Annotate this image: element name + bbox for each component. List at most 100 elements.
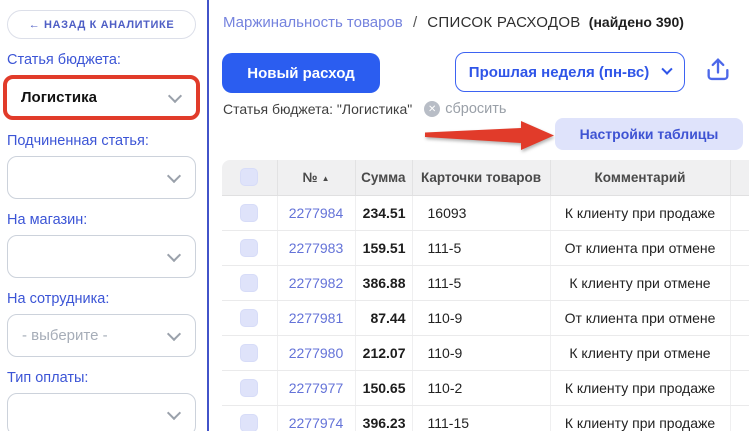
cell-sum: 212.07: [355, 335, 412, 370]
back-to-analytics-button[interactable]: ← НАЗАД К АНАЛИТИКЕ: [7, 10, 196, 39]
cell-number-link[interactable]: 2277982: [277, 265, 355, 300]
filter-select-store[interactable]: [7, 235, 196, 278]
column-label-cards: Карточки товаров: [421, 170, 541, 185]
cell-extra: [730, 300, 749, 335]
column-header-number[interactable]: №▲: [277, 160, 355, 195]
chevron-down-icon: [167, 326, 181, 340]
filter-group-sub-item: Подчиненная статья:: [7, 133, 195, 199]
header-checkbox[interactable]: [240, 168, 258, 186]
cell-extra: [730, 335, 749, 370]
column-label-sum: Сумма: [361, 170, 405, 185]
table-body: 2277984234.5116093К клиенту при продаже2…: [222, 195, 749, 431]
table-settings-button[interactable]: Настройки таблицы: [555, 118, 743, 150]
column-header-checkbox: [222, 160, 277, 195]
cell-extra: [730, 230, 749, 265]
row-checkbox[interactable]: [240, 414, 258, 431]
new-expense-button[interactable]: Новый расход: [222, 53, 380, 93]
cell-comment: К клиенту при отмене: [550, 265, 730, 300]
cell-cards: 111-5: [412, 230, 550, 265]
filter-label-store: На магазин:: [7, 212, 195, 228]
column-label-comment: Комментарий: [595, 170, 686, 185]
cell-number-link[interactable]: 2277981: [277, 300, 355, 335]
chevron-down-icon: [168, 88, 182, 102]
table-row: 2277974396.23111-15К клиенту при продаже: [222, 405, 749, 431]
column-header-cards[interactable]: Карточки товаров: [412, 160, 550, 195]
filter-group-store: На магазин:: [7, 212, 195, 278]
row-checkbox[interactable]: [240, 274, 258, 292]
cell-number-link[interactable]: 2277984: [277, 195, 355, 230]
main-content: Маржинальность товаров / СПИСОК РАСХОДОВ…: [209, 0, 749, 431]
cell-extra: [730, 370, 749, 405]
upload-icon: [704, 54, 732, 84]
filter-group-budget-item: Статья бюджета: Логистика: [7, 52, 195, 120]
cell-checkbox: [222, 405, 277, 431]
period-dropdown-button[interactable]: Прошлая неделя (пн-вс): [455, 52, 685, 92]
cell-checkbox: [222, 370, 277, 405]
cell-cards: 110-9: [412, 335, 550, 370]
active-filter-chip: Статья бюджета: "Логистика" ✕ сбросить: [223, 101, 506, 117]
row-checkbox[interactable]: [240, 379, 258, 397]
column-label-number: №: [303, 170, 318, 185]
export-button[interactable]: [703, 54, 733, 86]
cell-comment: К клиенту при продаже: [550, 195, 730, 230]
cell-extra: [730, 195, 749, 230]
table-row: 2277984234.5116093К клиенту при продаже: [222, 195, 749, 230]
cell-checkbox: [222, 230, 277, 265]
chevron-down-icon: [167, 405, 181, 419]
cell-extra: [730, 405, 749, 431]
row-checkbox[interactable]: [240, 344, 258, 362]
x-circle-icon[interactable]: ✕: [424, 101, 440, 117]
column-header-sum[interactable]: Сумма: [355, 160, 412, 195]
chevron-down-icon: [662, 64, 673, 75]
cell-cards: 110-2: [412, 370, 550, 405]
table-header-row: №▲СуммаКарточки товаровКомментарий: [222, 160, 749, 195]
cell-sum: 87.44: [355, 300, 412, 335]
cell-sum: 159.51: [355, 230, 412, 265]
cell-checkbox: [222, 195, 277, 230]
table-row: 2277983159.51111-5От клиента при отмене: [222, 230, 749, 265]
cell-number-link[interactable]: 2277974: [277, 405, 355, 431]
cell-sum: 396.23: [355, 405, 412, 431]
breadcrumb: Маржинальность товаров / СПИСОК РАСХОДОВ…: [223, 14, 684, 31]
filter-label-budget-item: Статья бюджета:: [7, 52, 195, 68]
breadcrumb-link-margin[interactable]: Маржинальность товаров: [223, 14, 403, 31]
column-header-comment[interactable]: Комментарий: [550, 160, 730, 195]
period-dropdown-label: Прошлая неделя (пн-вс): [469, 64, 649, 81]
select-value-budget-item: Логистика: [21, 89, 97, 106]
red-arrow-annotation: [425, 118, 555, 153]
cell-number-link[interactable]: 2277983: [277, 230, 355, 265]
cell-sum: 234.51: [355, 195, 412, 230]
filter-label-sub-item: Подчиненная статья:: [7, 133, 195, 149]
filter-label-payment-type: Тип оплаты:: [7, 370, 195, 386]
breadcrumb-current: СПИСОК РАСХОДОВ: [427, 14, 580, 31]
cell-sum: 150.65: [355, 370, 412, 405]
column-header-extra: [730, 160, 749, 195]
sidebar-filters: Статья бюджета: Логистика Подчиненная стат…: [7, 52, 195, 431]
cell-checkbox: [222, 300, 277, 335]
filters-sidebar: ← НАЗАД К АНАЛИТИКЕ Статья бюджета: Логис…: [0, 0, 209, 431]
cell-comment: От клиента при отмене: [550, 230, 730, 265]
filter-select-employee[interactable]: - выберите -: [7, 314, 196, 357]
breadcrumb-separator: /: [413, 14, 417, 31]
row-checkbox[interactable]: [240, 239, 258, 257]
cell-cards: 110-9: [412, 300, 550, 335]
clear-filter-link[interactable]: сбросить: [445, 101, 506, 117]
table-row: 2277982386.88111-5К клиенту при отмене: [222, 265, 749, 300]
cell-number-link[interactable]: 2277980: [277, 335, 355, 370]
sort-asc-icon: ▲: [322, 174, 330, 183]
filter-select-sub-item[interactable]: [7, 156, 196, 199]
cell-cards: 16093: [412, 195, 550, 230]
cell-checkbox: [222, 265, 277, 300]
filter-group-employee: На сотрудника:- выберите -: [7, 291, 195, 357]
row-checkbox[interactable]: [240, 309, 258, 327]
cell-checkbox: [222, 335, 277, 370]
filter-select-payment-type[interactable]: [7, 393, 196, 431]
filter-group-payment-type: Тип оплаты:: [7, 370, 195, 431]
select-value-employee: - выберите -: [22, 327, 108, 344]
cell-cards: 111-15: [412, 405, 550, 431]
filter-select-budget-item[interactable]: Логистика: [3, 75, 200, 120]
cell-comment: К клиенту при продаже: [550, 405, 730, 431]
cell-comment: От клиента при отмене: [550, 300, 730, 335]
row-checkbox[interactable]: [240, 204, 258, 222]
cell-number-link[interactable]: 2277977: [277, 370, 355, 405]
